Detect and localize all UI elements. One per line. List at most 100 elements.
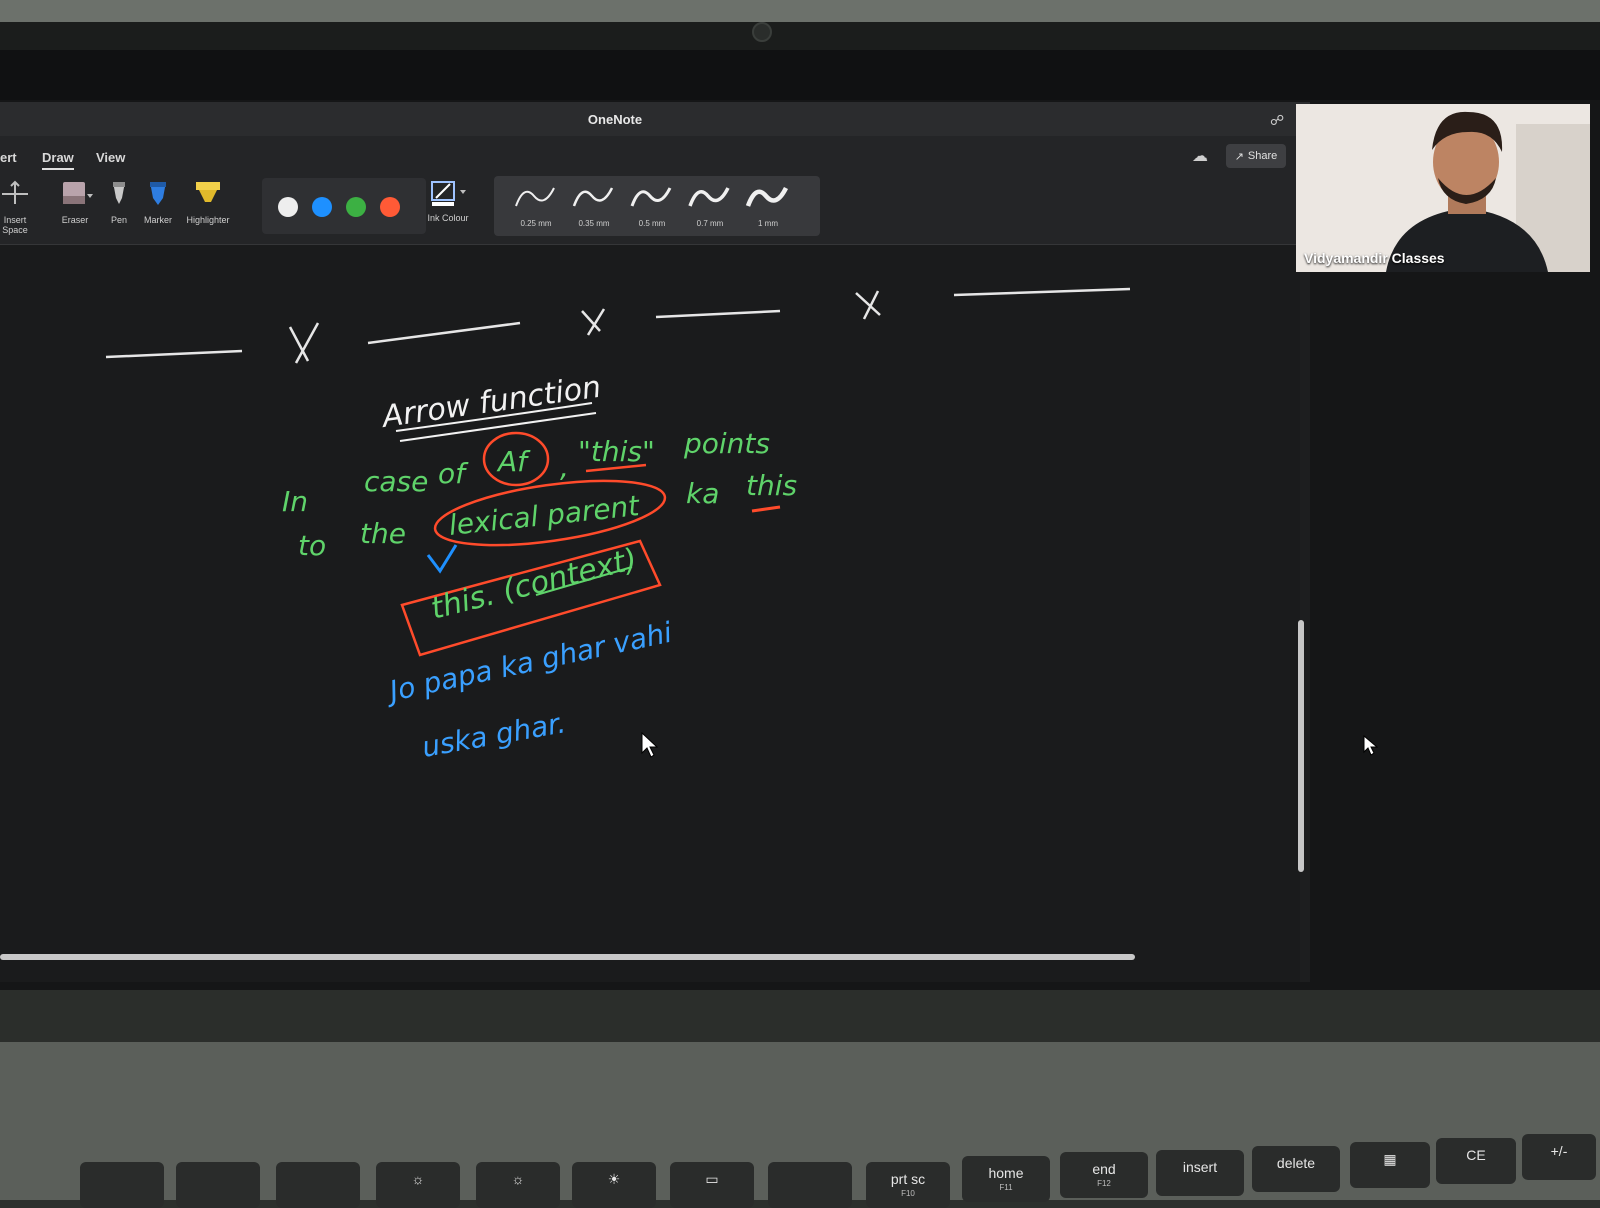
- eraser-label: Eraser: [61, 215, 89, 225]
- color-green-swatch[interactable]: [346, 197, 366, 217]
- key-delete[interactable]: delete: [1252, 1146, 1340, 1192]
- key-blank[interactable]: [176, 1162, 260, 1208]
- sync-icon[interactable]: ☁: [1192, 146, 1208, 166]
- title-bar: OneNote ☍: [0, 102, 1310, 136]
- this-underline: [751, 505, 781, 513]
- stroke-sample-icon: [630, 187, 672, 207]
- participant-name: Vidyamandir Classes: [1304, 250, 1445, 266]
- key-fn-label: F10: [901, 1189, 915, 1198]
- check-mark-icon: [426, 544, 458, 574]
- word-points: points: [683, 427, 770, 460]
- tab-draw[interactable]: Draw: [42, 150, 74, 170]
- mouse-cursor-icon: [641, 731, 659, 758]
- key-label: prt sc: [890, 1171, 926, 1187]
- key-label: end: [1092, 1161, 1116, 1177]
- ink-layer: Arrow function In case of Af , "this" po…: [105, 287, 1131, 764]
- tab-insert[interactable]: ert: [0, 150, 17, 165]
- heading-text: Arrow function: [378, 370, 603, 436]
- key-label: +/-: [1550, 1143, 1568, 1159]
- vertical-scrollbar[interactable]: [1298, 620, 1304, 872]
- stroke-sample-icon: [688, 187, 730, 207]
- key-end[interactable]: end F12: [1060, 1152, 1148, 1198]
- key-label: home: [988, 1165, 1024, 1181]
- word-lexical-parent: lexical parent: [447, 489, 641, 542]
- color-blue-swatch[interactable]: [312, 197, 332, 217]
- insert-space-icon: [2, 180, 28, 204]
- pen-thickness-group: 0.25 mm 0.35 mm 0.5 mm 0.7 mm 1 mm: [494, 176, 820, 236]
- thickness-label: 0.25 mm: [520, 219, 552, 228]
- ink-color-swatches: [262, 178, 426, 234]
- laptop-screen: OneNote ☍ ert Draw View ☁ ↗ Share Insert…: [0, 50, 1600, 990]
- cross-mark: [855, 290, 881, 320]
- blank-line: [953, 287, 1131, 297]
- word-this-quoted: "this": [578, 435, 655, 468]
- ink-colour-label: Ink Colour: [427, 213, 469, 223]
- boxed-text: this. (context): [427, 542, 640, 627]
- thickness-label: 1 mm: [758, 219, 778, 228]
- key-blank[interactable]: [276, 1162, 360, 1208]
- word-in: In: [282, 485, 308, 518]
- thickness-0-35mm[interactable]: 0.35 mm: [568, 182, 620, 228]
- share-button[interactable]: ↗ Share: [1226, 144, 1286, 168]
- collaborators-icon[interactable]: ☍: [1270, 112, 1284, 129]
- stroke-sample-icon: [515, 187, 555, 207]
- webcam: [752, 22, 772, 42]
- word-comma: ,: [560, 451, 569, 484]
- ink-colour-icon: [431, 181, 466, 206]
- insert-space-label: Insert Space: [2, 215, 28, 235]
- thickness-label: 0.7 mm: [696, 219, 724, 228]
- marker-label: Marker: [143, 215, 172, 225]
- key-label: insert: [1182, 1159, 1218, 1175]
- thickness-0-5mm[interactable]: 0.5 mm: [626, 182, 678, 228]
- thickness-0-25mm[interactable]: 0.25 mm: [510, 182, 562, 228]
- highlighter-label: Highlighter: [186, 215, 230, 225]
- key-brightness-mid[interactable]: ☼: [476, 1162, 560, 1208]
- key-ce[interactable]: CE: [1436, 1138, 1516, 1184]
- share-label: Share: [1247, 150, 1278, 162]
- onenote-window: OneNote ☍ ert Draw View ☁ ↗ Share Insert…: [0, 102, 1310, 982]
- blank-line: [655, 309, 781, 319]
- key-plus-minus[interactable]: +/-: [1522, 1134, 1596, 1180]
- thickness-0-7mm[interactable]: 0.7 mm: [684, 182, 736, 228]
- color-white-swatch[interactable]: [278, 197, 298, 217]
- key-blank[interactable]: [80, 1162, 164, 1208]
- horizontal-scrollbar[interactable]: [0, 954, 1135, 960]
- participant-avatar: [1296, 104, 1590, 272]
- note-canvas[interactable]: Arrow function In case of Af , "this" po…: [0, 245, 1300, 982]
- key-calculator[interactable]: ▦: [1350, 1142, 1430, 1188]
- pen-tool[interactable]: Pen: [106, 180, 132, 225]
- eraser-tool[interactable]: Eraser: [52, 180, 98, 225]
- ink-colour-button[interactable]: Ink Colour: [426, 178, 470, 238]
- key-blank[interactable]: [768, 1162, 852, 1208]
- stroke-sample-icon: [745, 186, 789, 207]
- word-the: the: [360, 517, 406, 550]
- highlighter-tool[interactable]: Highlighter: [180, 180, 236, 225]
- marker-tool[interactable]: Marker: [138, 180, 178, 225]
- blue-text-line1: Jo papa ka ghar vahi: [382, 616, 675, 709]
- word-of: of: [438, 457, 469, 490]
- thickness-label: 0.35 mm: [578, 219, 610, 228]
- color-orange-swatch[interactable]: [380, 197, 400, 217]
- word-case: case: [364, 465, 428, 498]
- key-brightness-up[interactable]: ☀: [572, 1162, 656, 1208]
- key-insert[interactable]: insert: [1156, 1150, 1244, 1196]
- insert-space-tool[interactable]: Insert Space: [0, 180, 30, 235]
- key-brightness-down[interactable]: ☼: [376, 1162, 460, 1208]
- blue-text-line2: uska ghar.: [419, 706, 568, 764]
- thickness-1mm[interactable]: 1 mm: [742, 182, 794, 228]
- word-ka: ka: [686, 477, 719, 510]
- share-icon: ↗: [1234, 150, 1244, 163]
- blank-line: [105, 349, 243, 359]
- tab-view[interactable]: View: [96, 150, 125, 165]
- thickness-label: 0.5 mm: [638, 219, 666, 228]
- cross-mark: [288, 322, 320, 364]
- marker-icon: [150, 182, 166, 205]
- key-label: CE: [1466, 1147, 1486, 1163]
- key-home[interactable]: home F11: [962, 1156, 1050, 1202]
- key-display-switch[interactable]: ▭: [670, 1162, 754, 1208]
- mouse-cursor-icon: [1363, 734, 1378, 756]
- key-fn-label: F12: [1097, 1179, 1111, 1188]
- eraser-icon: [63, 182, 93, 204]
- key-prt-sc[interactable]: prt sc F10: [866, 1162, 950, 1208]
- ribbon: ert Draw View ☁ ↗ Share Insert Space Era…: [0, 136, 1310, 245]
